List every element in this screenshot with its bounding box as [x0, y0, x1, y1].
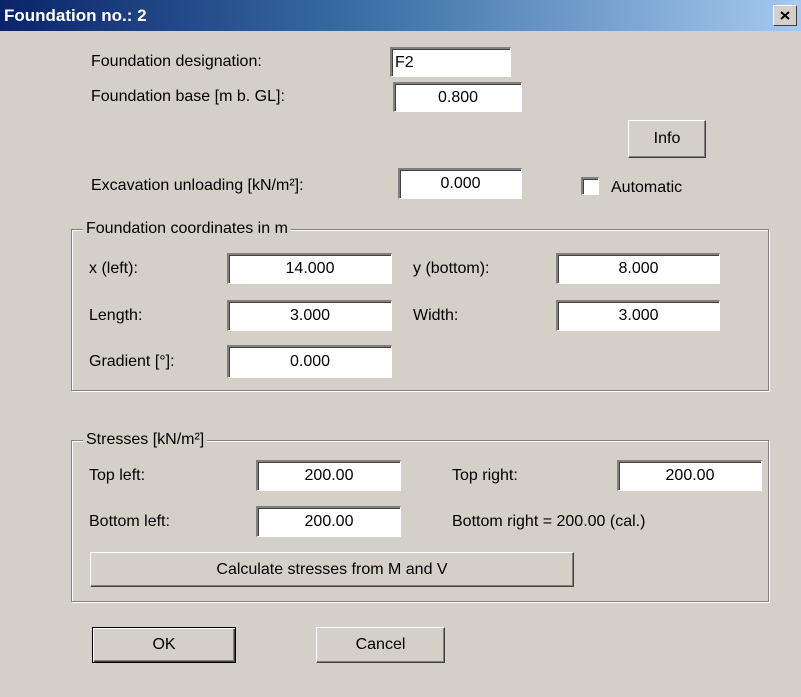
info-button[interactable]: Info: [628, 120, 706, 158]
y-field[interactable]: [556, 253, 720, 284]
stresses-group-title: Stresses [kN/m²]: [83, 430, 208, 450]
length-field[interactable]: [227, 300, 392, 331]
top-left-label: Top left:: [89, 467, 146, 484]
top-right-label: Top right:: [452, 467, 518, 484]
calculate-stresses-button[interactable]: Calculate stresses from M and V: [90, 552, 574, 587]
y-label: y (bottom):: [413, 260, 490, 277]
gradient-field[interactable]: [227, 345, 392, 378]
coordinates-group-title: Foundation coordinates in m: [83, 219, 291, 239]
excavation-field[interactable]: [398, 168, 522, 199]
gradient-label: Gradient [°]:: [89, 353, 175, 370]
length-label: Length:: [89, 307, 143, 324]
x-field[interactable]: [227, 253, 392, 284]
base-label: Foundation base [m b. GL]:: [91, 88, 285, 105]
x-label: x (left):: [89, 260, 138, 277]
close-icon: [780, 11, 790, 20]
title-bar: Foundation no.: 2: [0, 0, 801, 31]
base-field[interactable]: [393, 82, 522, 112]
width-field[interactable]: [556, 300, 720, 331]
bottom-right-text: Bottom right = 200.00 (cal.): [452, 513, 646, 530]
automatic-checkbox[interactable]: [581, 177, 599, 195]
excavation-label: Excavation unloading [kN/m²]:: [91, 177, 304, 194]
bottom-left-field[interactable]: [256, 506, 401, 537]
ok-button[interactable]: OK: [92, 627, 236, 663]
close-button[interactable]: [773, 5, 797, 26]
top-right-field[interactable]: [617, 460, 762, 491]
window-title: Foundation no.: 2: [4, 6, 147, 25]
designation-field[interactable]: [390, 47, 511, 77]
automatic-label: Automatic: [611, 179, 683, 196]
top-left-field[interactable]: [256, 460, 401, 491]
width-label: Width:: [413, 307, 459, 324]
cancel-button[interactable]: Cancel: [316, 627, 445, 663]
bottom-left-label: Bottom left:: [89, 513, 170, 530]
designation-label: Foundation designation:: [91, 53, 262, 70]
